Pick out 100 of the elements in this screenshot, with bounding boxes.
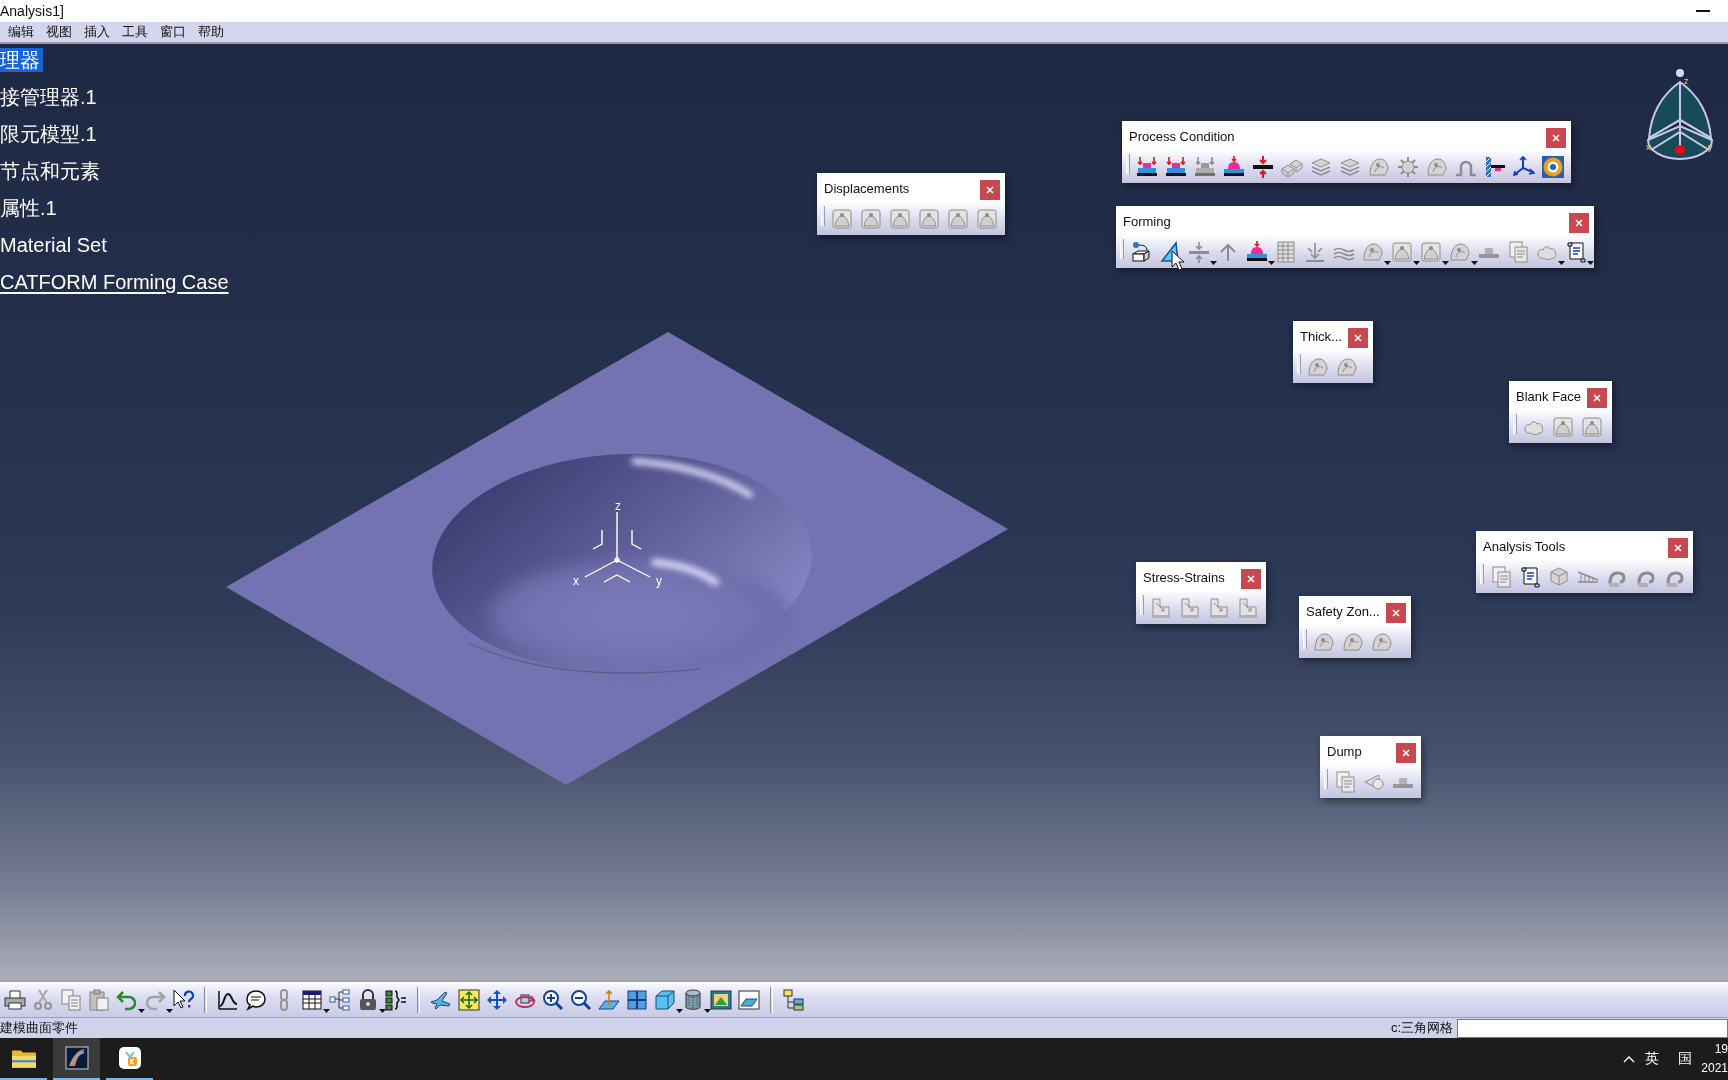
taskbar-button[interactable] [53,1038,100,1080]
cube-view-icon[interactable] [653,987,677,1012]
input-language[interactable]: 英 [1645,1050,1660,1068]
close-button[interactable] [1385,603,1406,623]
four-panes-icon[interactable] [625,987,649,1012]
field-label: c:三角网格 [1390,1019,1453,1037]
close-button[interactable] [1546,128,1566,148]
compass-label: z [1684,76,1689,86]
landscape-picture-icon[interactable] [709,987,733,1012]
close-button[interactable] [980,180,1000,200]
tree-item[interactable]: CATFORM Forming Case [0,270,232,294]
window-title: Analysis1] [0,3,64,19]
toolbar-title: Stress-Strains [1143,569,1225,585]
fit-all-icon[interactable] [457,987,481,1012]
ime-mode[interactable]: 国 [1678,1050,1693,1068]
chevron-up-icon[interactable] [1623,1055,1636,1063]
normal-view-icon[interactable] [597,987,621,1012]
grip-icon[interactable] [821,206,825,226]
tree-item[interactable]: 接管理器.1 [0,85,100,109]
app-tile-icon [117,1046,142,1070]
toolbar-title: Thick... [1300,328,1342,344]
tree-item[interactable]: 理器 [0,48,43,72]
grip-icon[interactable] [1513,414,1517,434]
status-message: 建模曲面零件 [0,1019,78,1037]
hatched-wall-icon[interactable] [1483,155,1507,179]
close-icon [1402,749,1410,757]
dropdown-caret-icon[interactable] [676,1008,683,1013]
close-button[interactable] [1569,213,1589,233]
close-button[interactable] [1241,569,1261,589]
tree-structure-icon[interactable] [782,987,806,1012]
menu-item[interactable]: 帮助 [192,23,230,41]
dropdown-caret-icon[interactable] [1587,261,1594,265]
press-tool-icon[interactable] [1245,240,1269,264]
dropdown-caret-icon[interactable] [379,1008,386,1013]
grip-icon[interactable] [1297,354,1301,374]
zoom-in-icon[interactable] [541,987,565,1012]
table-icon[interactable] [300,987,324,1012]
close-icon [1575,219,1583,227]
menu-item[interactable]: 工具 [116,23,154,41]
toolbar-title: Process Condition [1129,128,1235,144]
printer-icon[interactable] [3,987,27,1012]
parameter-list-icon[interactable] [384,987,408,1012]
folder-icon [10,1047,37,1069]
compass-label: y [1708,142,1713,152]
press-tool-icon[interactable] [1164,155,1188,179]
framed-plane-icon[interactable] [737,987,761,1012]
mouse-pointer-icon [1171,250,1184,271]
close-icon [1353,334,1362,342]
swoosh-app-icon [64,1046,89,1070]
toolbar-title: Blank Face [1516,388,1582,404]
close-icon [1391,609,1400,617]
menu-item[interactable]: 插入 [78,23,116,41]
grip-icon[interactable] [1120,239,1124,259]
grip-icon[interactable] [1140,595,1144,615]
menu-item[interactable]: 视图 [40,23,78,41]
axis-system-icon[interactable] [1512,155,1536,179]
toolbar-title: Dump [1327,743,1362,759]
close-button[interactable] [1587,388,1608,408]
close-button[interactable] [1396,743,1416,763]
tree-item[interactable]: Material Set [0,233,110,257]
close-icon [1593,394,1602,402]
grip-icon[interactable] [1303,629,1307,649]
close-icon [986,186,994,194]
dropdown-caret-icon[interactable] [323,1008,330,1013]
clamp-arrows-icon[interactable] [1251,155,1275,179]
toolbar-title: Displacements [824,180,910,196]
lifebuoy-icon[interactable] [1541,155,1565,179]
press-tool-icon[interactable] [1135,155,1159,179]
compass-icon[interactable] [1647,69,1713,160]
close-icon [1674,544,1682,552]
close-button[interactable] [1347,328,1368,348]
speech-bubble-icon[interactable] [244,987,268,1012]
clock-time: 19 [1714,1041,1728,1058]
tree-diagram-icon[interactable] [328,987,352,1012]
press-tool-icon[interactable] [1222,155,1246,179]
tree-item[interactable]: 限元模型.1 [0,122,100,146]
axis-label: x [573,574,579,588]
scroll-icon[interactable] [1518,565,1542,589]
clock-date: 2021 [1701,1060,1728,1077]
toolbar-title: Safety Zon... [1306,603,1380,619]
zoom-out-icon[interactable] [569,987,593,1012]
axis-triad-icon [584,511,651,583]
model-viewport[interactable]: z x y 理器 接管理器.1 限元模型.1 节点和元素 属性.1 Material Set CATFORM Forming Case z x y Process Condition Displacements Forming Thick... Blank Face Analysis Tools Stress-Strains Safety Zon... Dump [0,44,1728,980]
dropdown-caret-icon[interactable] [704,1008,711,1013]
close-button[interactable] [1668,538,1688,558]
input-field[interactable] [1457,1018,1728,1038]
box-with-ball-icon[interactable] [1129,240,1153,264]
dropdown-caret-icon[interactable] [1268,261,1275,265]
dropdown-caret-icon[interactable] [138,1008,145,1013]
axis-label: z [615,499,621,513]
grip-icon[interactable] [1480,564,1484,584]
menu-item[interactable]: 窗口 [154,23,192,41]
close-icon [1247,575,1255,583]
scroll-icon[interactable] [1564,240,1588,264]
tree-item[interactable]: 属性.1 [0,196,60,220]
menu-item[interactable]: 编辑 [2,23,40,41]
tree-item[interactable]: 节点和元素 [0,159,103,183]
grip-icon[interactable] [1126,154,1130,174]
pan-arrows-icon[interactable] [485,987,509,1012]
grip-icon[interactable] [1324,769,1328,789]
